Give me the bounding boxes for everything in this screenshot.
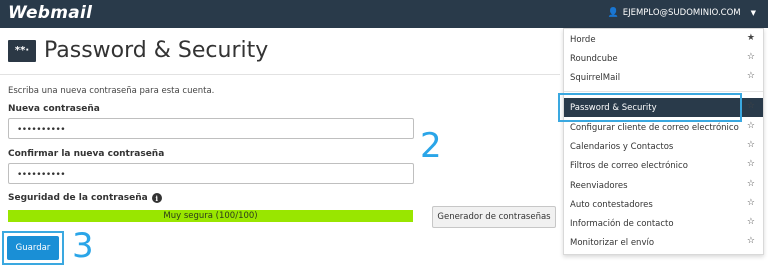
webmail-logo[interactable]: Webmail [8,3,92,23]
instruction-text: Escriba una nueva contraseña para esta c… [8,86,215,96]
active-item-highlight [558,93,742,122]
menu-item-label: Monitorizar el envío [570,237,655,248]
info-icon[interactable]: i [151,193,162,203]
menu-item-forwarders[interactable]: Reenviadores ☆ [564,176,763,195]
callout-3: 3 [72,226,94,266]
password-generator-button[interactable]: Generador de contraseñas [432,206,556,228]
top-bar: Webmail 👤 EJEMPLO@SUDOMINIO.COM ▼ [0,0,768,28]
menu-item-label: Calendarios y Contactos [570,141,674,152]
menu-item-filters[interactable]: Filtros de correo electrónico ☆ [564,156,763,175]
save-button[interactable]: Guardar [7,236,59,260]
menu-item-label: Horde [570,34,596,45]
star-icon[interactable]: ☆ [747,140,755,150]
star-icon[interactable]: ☆ [747,71,755,81]
callout-2: 2 [420,126,442,166]
strength-label: Seguridad de la contraseña i [8,193,162,203]
menu-item-contact-info[interactable]: Información de contacto ☆ [564,214,763,233]
user-menu[interactable]: 👤 EJEMPLO@SUDOMINIO.COM ▼ [607,8,756,18]
page-header: **· Password & Security [8,38,268,63]
star-icon[interactable]: ★ [747,33,755,43]
menu-divider [564,91,763,92]
person-icon: 👤 [607,8,619,18]
menu-item-track-delivery[interactable]: Monitorizar el envío ☆ [564,233,763,252]
user-email: EJEMPLO@SUDOMINIO.COM [622,8,741,18]
menu-item-label: SquirrelMail [570,72,621,83]
menu-item-label: Auto contestadores [570,199,653,210]
page-title: Password & Security [44,38,269,63]
confirm-password-label: Confirmar la nueva contraseña [8,149,165,159]
menu-item-autoresponders[interactable]: Auto contestadores ☆ [564,195,763,214]
menu-item-label: Reenviadores [570,180,628,191]
menu-item-label: Información de contacto [570,218,674,229]
star-icon[interactable]: ☆ [747,236,755,246]
menu-item-label: Configurar cliente de correo electrónico [570,122,739,133]
menu-item-horde[interactable]: Horde ★ [564,30,763,49]
new-password-label: Nueva contraseña [8,104,100,114]
strength-label-text: Seguridad de la contraseña [8,193,148,203]
menu-item-squirrelmail[interactable]: SquirrelMail ☆ [564,68,763,87]
menu-item-label: Filtros de correo electrónico [570,160,688,171]
star-icon[interactable]: ☆ [747,121,755,131]
menu-item-calendars[interactable]: Calendarios y Contactos ☆ [564,137,763,156]
star-icon[interactable]: ☆ [747,217,755,227]
save-highlight: Guardar [2,231,64,265]
new-password-field[interactable]: •••••••••• [8,118,414,139]
star-icon[interactable]: ☆ [747,159,755,169]
star-icon[interactable]: ☆ [747,52,755,62]
star-icon[interactable]: ☆ [747,198,755,208]
apps-dropdown-menu: Horde ★ Roundcube ☆ SquirrelMail ☆ Passw… [563,28,764,255]
password-icon: **· [8,39,36,62]
strength-meter: Muy segura (100/100) [8,210,413,222]
caret-down-icon: ▼ [750,9,756,17]
confirm-password-field[interactable]: •••••••••• [8,163,414,184]
divider [0,74,560,75]
menu-item-roundcube[interactable]: Roundcube ☆ [564,49,763,68]
star-icon[interactable]: ☆ [747,179,755,189]
star-icon[interactable]: ☆ [747,101,755,111]
menu-item-label: Roundcube [570,53,618,64]
